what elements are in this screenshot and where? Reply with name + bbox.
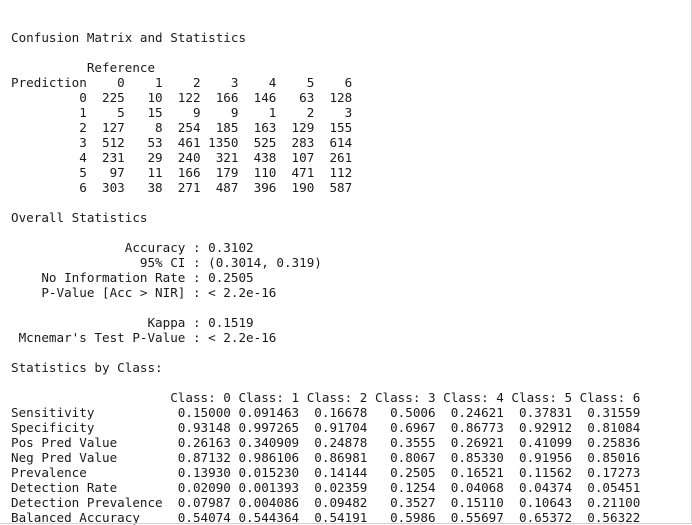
console-line: P-Value [Acc > NIR] : < 2.2e-16 (11, 285, 277, 300)
console-line: Prevalence 0.13930 0.015230 0.14144 0.25… (11, 465, 641, 480)
console-line: 1 5 15 9 9 1 2 3 (11, 105, 353, 120)
console-line: 0 225 10 122 166 146 63 128 (11, 90, 353, 105)
console-line: Sensitivity 0.15000 0.091463 0.16678 0.5… (11, 405, 641, 420)
console-line: Kappa : 0.1519 (11, 315, 254, 330)
console-line: Detection Prevalence 0.07987 0.004086 0.… (11, 495, 641, 510)
console-line: No Information Rate : 0.2505 (11, 270, 254, 285)
console-line: Statistics by Class: (11, 360, 163, 375)
console-line: Confusion Matrix and Statistics (11, 30, 247, 45)
console-line: Mcnemar's Test P-Value : < 2.2e-16 (11, 330, 277, 345)
console-line: Specificity 0.93148 0.997265 0.91704 0.6… (11, 420, 641, 435)
console-line: Accuracy : 0.3102 (11, 240, 254, 255)
console-line: 4 231 29 240 321 438 107 261 (11, 150, 353, 165)
console-line: 2 127 8 254 185 163 129 155 (11, 120, 353, 135)
console-line: Reference (11, 60, 156, 75)
console-line: Prediction 0 1 2 3 4 5 6 (11, 75, 353, 90)
console-line: Pos Pred Value 0.26163 0.340909 0.24878 … (11, 435, 641, 450)
console-line: Detection Rate 0.02090 0.001393 0.02359 … (11, 480, 641, 495)
console-line: 3 512 53 461 1350 525 283 614 (11, 135, 353, 150)
console-line: 95% CI : (0.3014, 0.319) (11, 255, 322, 270)
console-output[interactable]: Confusion Matrix and Statistics Referenc… (11, 15, 640, 525)
console-line: Neg Pred Value 0.87132 0.986106 0.86981 … (11, 450, 641, 465)
console-line: Class: 0 Class: 1 Class: 2 Class: 3 Clas… (11, 390, 641, 405)
console-line: 5 97 11 166 179 110 471 112 (11, 165, 353, 180)
console-line: Overall Statistics (11, 210, 148, 225)
console-line: 6 303 38 271 487 396 190 587 (11, 180, 353, 195)
